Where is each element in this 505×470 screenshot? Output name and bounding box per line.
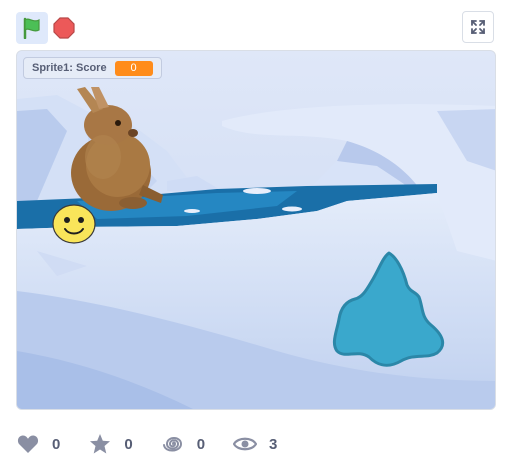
fullscreen-button[interactable] (462, 11, 494, 43)
monitor-label: Sprite1: Score (32, 62, 107, 74)
star-icon (88, 432, 112, 456)
stop-sign-icon (53, 17, 75, 39)
remix-spiral-icon (161, 432, 185, 456)
views-count: 3 (269, 435, 278, 453)
rabbit-sprite[interactable] (63, 85, 173, 215)
views-stat[interactable]: 3 (233, 432, 277, 456)
ice-shape-sprite[interactable] (331, 249, 451, 375)
smiley-ball-sprite[interactable] (51, 203, 97, 245)
fullscreen-icon (471, 20, 485, 34)
heart-icon (16, 432, 40, 456)
remixes-stat[interactable]: 0 (161, 432, 205, 456)
favorites-stat[interactable]: 0 (88, 432, 133, 456)
loves-count: 0 (52, 435, 61, 453)
project-stats: 0 0 0 3 (16, 430, 305, 458)
stop-button[interactable] (52, 12, 76, 44)
green-flag-icon (23, 17, 40, 39)
monitor-value: 0 (114, 60, 153, 76)
remixes-count: 0 (196, 435, 206, 453)
favorites-count: 0 (124, 435, 133, 453)
stage[interactable]: Sprite1: Score 0 (16, 50, 496, 410)
loves-stat[interactable]: 0 (16, 432, 60, 456)
eye-icon (233, 432, 258, 456)
green-flag-button[interactable] (16, 12, 48, 44)
score-monitor[interactable]: Sprite1: Score 0 (23, 57, 162, 79)
player-toolbar (0, 0, 505, 50)
